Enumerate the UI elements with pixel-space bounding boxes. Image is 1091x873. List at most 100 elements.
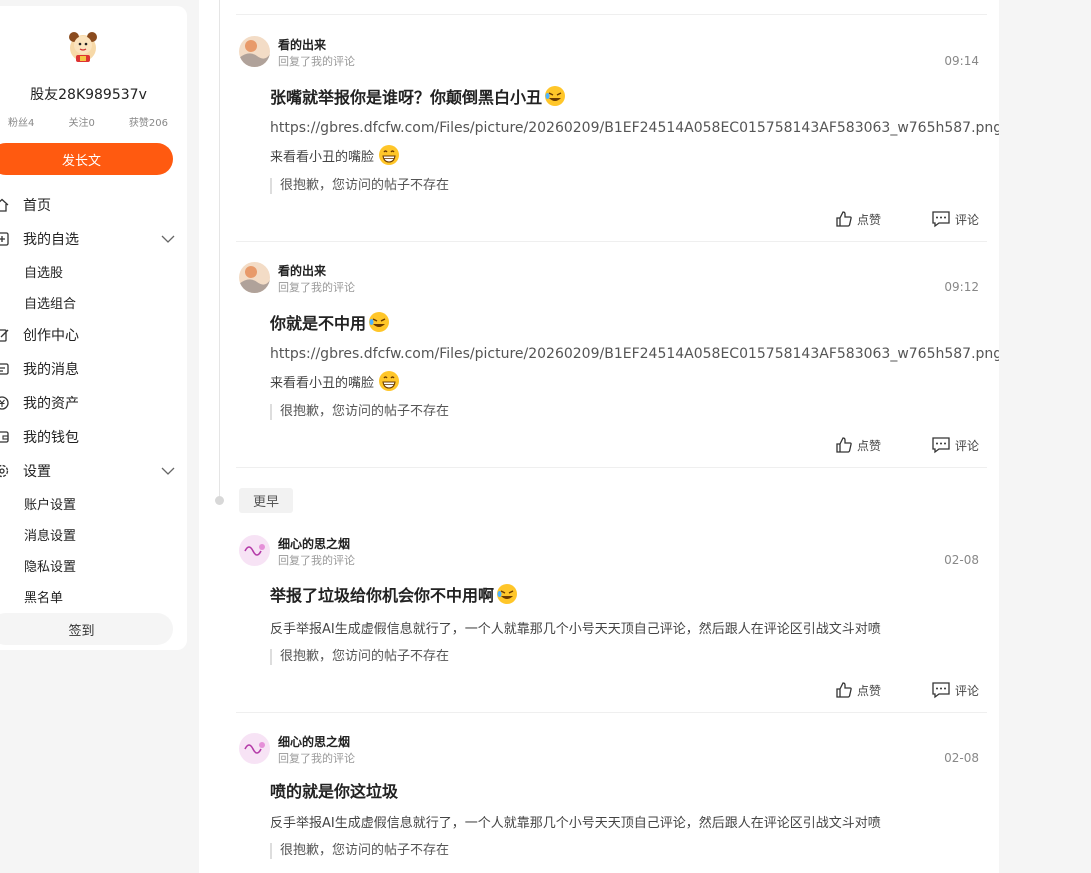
like-button[interactable]: 点赞 (835, 436, 881, 454)
sidebar-item-label: 我的钱包 (23, 430, 79, 446)
comment-button[interactable]: 评论 (931, 210, 979, 228)
sidebar-item-messages[interactable]: 我的消息 (0, 352, 187, 386)
thumbs-up-icon (836, 437, 852, 453)
reply-text: 反手举报AI生成虚假信息就行了，一个人就靠那几个小号天天顶自己评论，然后跟人在评… (270, 622, 881, 637)
assets-icon (0, 396, 9, 410)
comment-button[interactable]: 评论 (931, 681, 979, 699)
author-avatar[interactable] (239, 262, 270, 293)
quoted-post[interactable]: 很抱歉，您访问的帖子不存在 (270, 649, 449, 665)
sidebar-item-blacklist[interactable]: 黑名单 (0, 581, 187, 612)
reply-action: 回复了我的评论 (278, 554, 355, 567)
reply-action: 回复了我的评论 (278, 752, 355, 765)
author-avatar[interactable] (239, 535, 270, 566)
sidebar-item-account-settings[interactable]: 账户设置 (0, 488, 187, 519)
likes-count: 获赞206 (128, 118, 168, 129)
author-avatar[interactable] (239, 733, 270, 764)
reply-text-content: 来看看小丑的嘴脸 (270, 149, 375, 165)
comment-button[interactable]: 评论 (931, 436, 979, 454)
reply-text-content: 来看看小丑的嘴脸 (270, 375, 375, 391)
sidebar-item-home[interactable]: 首页 (0, 188, 187, 222)
like-button[interactable]: 点赞 (835, 681, 881, 699)
reply-time: 09:12 (944, 280, 979, 294)
sidebar-item-label: 我的消息 (23, 362, 79, 378)
sidebar-item-watchlist-stocks[interactable]: 自选股 (0, 256, 187, 287)
reply-title-text: 喷的就是你这垃圾 (270, 782, 399, 801)
reply-image-url[interactable]: https://gbres.dfcfw.com/Files/picture/20… (270, 346, 999, 362)
divider (236, 467, 987, 468)
sidebar-item-label: 创作中心 (23, 328, 79, 344)
sidebar-item-label: 首页 (23, 198, 51, 214)
sidebar-item-wallet[interactable]: 我的钱包 (0, 420, 187, 454)
divider (236, 712, 987, 713)
timeline-dot (215, 496, 224, 505)
author-name[interactable]: 细心的思之烟 (278, 733, 350, 750)
reply-text: 反手举报AI生成虚假信息就行了，一个人就靠那几个小号天天顶自己评论，然后跟人在评… (270, 816, 881, 831)
timeline-line (219, 0, 220, 500)
quoted-post[interactable]: 很抱歉，您访问的帖子不存在 (270, 843, 449, 859)
reply-actions: 点赞 评论 (835, 681, 979, 699)
right-gutter (999, 0, 1091, 873)
reply-time: 02-08 (944, 751, 979, 765)
edit-icon (0, 329, 9, 342)
watchlist-icon (0, 232, 9, 246)
grinning-emoji-icon (379, 145, 400, 165)
comment-label: 评论 (954, 683, 979, 698)
sidebar-item-message-settings[interactable]: 消息设置 (0, 519, 187, 550)
laughing-crying-emoji-icon (369, 312, 390, 332)
sidebar-item-assets[interactable]: 我的资产 (0, 386, 187, 420)
comment-icon (932, 682, 950, 699)
divider (236, 241, 987, 242)
sidebar-item-settings[interactable]: 设置 (0, 454, 187, 488)
sidebar-item-watchlist[interactable]: 我的自选 (0, 222, 187, 256)
reply-image-url[interactable]: https://gbres.dfcfw.com/Files/picture/20… (270, 120, 999, 136)
reply-action: 回复了我的评论 (278, 55, 355, 68)
reply-text: 来看看小丑的嘴脸 (270, 370, 400, 392)
user-avatar-icon[interactable] (65, 28, 101, 64)
author-name[interactable]: 看的出来 (278, 262, 326, 279)
like-button[interactable]: 点赞 (835, 210, 881, 228)
reply-actions: 点赞 评论 (835, 210, 979, 228)
reply-time: 09:14 (944, 54, 979, 68)
fans-count[interactable]: 粉丝4 (8, 114, 34, 129)
following-count[interactable]: 关注0 (68, 114, 94, 129)
sidebar-item-label: 我的资产 (23, 396, 79, 412)
post-article-button[interactable]: 发长文 (0, 143, 173, 175)
author-name[interactable]: 细心的思之烟 (278, 535, 350, 552)
sidebar-item-creator-center[interactable]: 创作中心 (0, 318, 187, 352)
signin-button[interactable]: 签到 (0, 613, 173, 645)
thumbs-up-icon (836, 211, 852, 227)
wallet-icon (0, 431, 9, 443)
comment-icon (932, 437, 950, 454)
laughing-crying-emoji-icon (497, 584, 518, 604)
divider (236, 14, 987, 15)
reply-title[interactable]: 你就是不中用 (270, 310, 390, 334)
comment-label: 评论 (954, 438, 979, 453)
sidebar-item-watchlist-portfolio[interactable]: 自选组合 (0, 287, 187, 318)
sidebar-menu: 首页 我的自选 自选股 自选组合 创作中心 我的消息 我的资产 我的钱包 设置 (0, 188, 187, 612)
reply-title[interactable]: 举报了垃圾给你机会你不中用啊 (270, 582, 518, 606)
author-name[interactable]: 看的出来 (278, 36, 326, 53)
reply-title-text: 张嘴就举报你是谁呀？你颠倒黑白小丑 (270, 88, 543, 107)
message-icon (0, 363, 9, 375)
reply-action: 回复了我的评论 (278, 281, 355, 294)
quoted-post[interactable]: 很抱歉，您访问的帖子不存在 (270, 404, 449, 420)
chevron-down-icon[interactable] (161, 464, 175, 478)
reply-text: 来看看小丑的嘴脸 (270, 144, 400, 166)
gear-icon (0, 464, 9, 478)
like-label: 点赞 (856, 438, 881, 453)
reply-title[interactable]: 喷的就是你这垃圾 (270, 778, 398, 802)
reply-time: 02-08 (944, 553, 979, 567)
user-stats: 粉丝4 关注0 获赞206 (8, 114, 168, 129)
reply-card: 看的出来 回复了我的评论 09:12 你就是不中用 https://gbres.… (236, 262, 999, 467)
thumbs-up-icon (836, 682, 852, 698)
reply-card: 看的出来 回复了我的评论 09:14 张嘴就举报你是谁呀？你颠倒黑白小丑 htt… (236, 36, 999, 241)
author-avatar[interactable] (239, 36, 270, 67)
reply-feed: 看的出来 回复了我的评论 09:14 张嘴就举报你是谁呀？你颠倒黑白小丑 htt… (199, 0, 999, 873)
sidebar-item-privacy-settings[interactable]: 隐私设置 (0, 550, 187, 581)
like-label: 点赞 (856, 212, 881, 227)
reply-title[interactable]: 张嘴就举报你是谁呀？你颠倒黑白小丑 (270, 84, 566, 108)
quoted-post[interactable]: 很抱歉，您访问的帖子不存在 (270, 178, 449, 194)
grinning-emoji-icon (379, 371, 400, 391)
chevron-down-icon[interactable] (161, 232, 175, 246)
reply-title-text: 你就是不中用 (270, 314, 367, 333)
